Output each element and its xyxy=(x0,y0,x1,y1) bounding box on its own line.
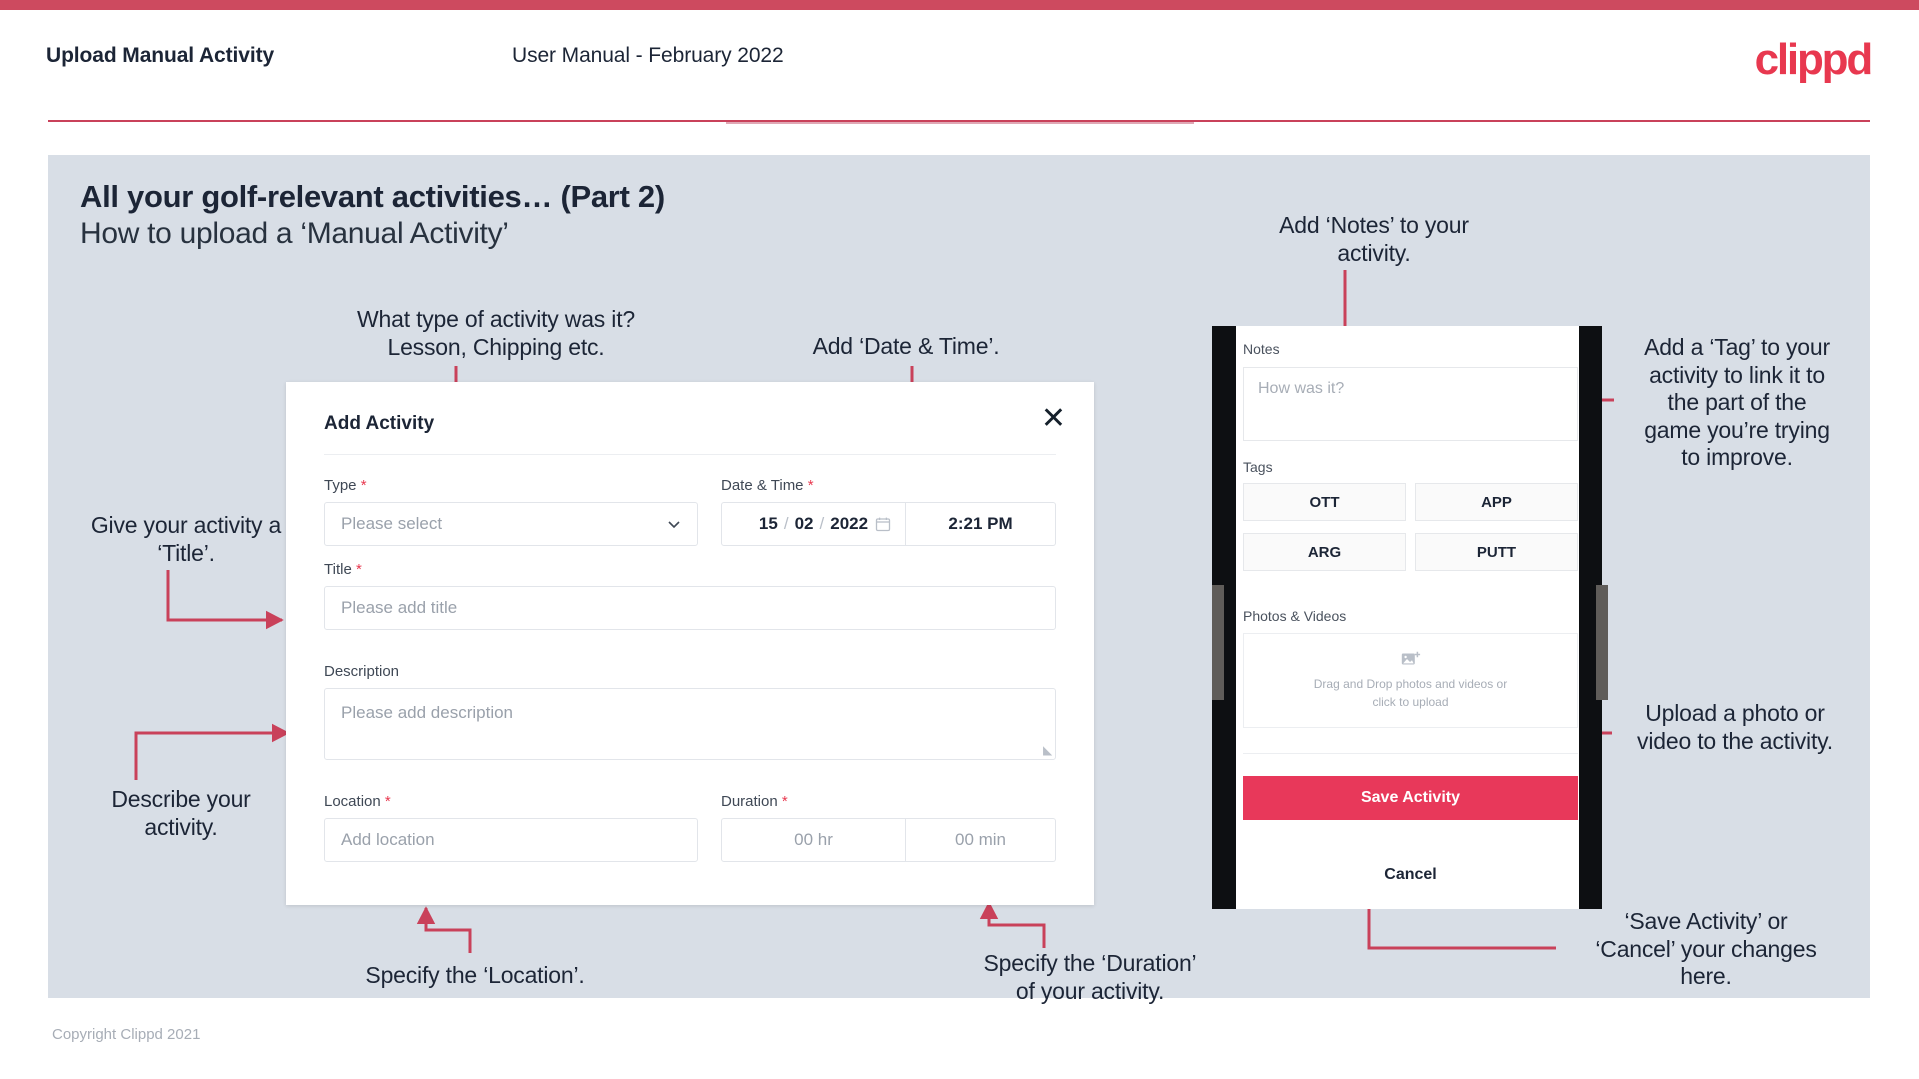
annotation-tag: Add a ‘Tag’ to your activity to link it … xyxy=(1644,334,1830,471)
duration-required-mark: * xyxy=(781,793,788,810)
title-input-placeholder: Please add title xyxy=(341,598,458,617)
date-time-label: Date & Time * xyxy=(721,477,814,494)
date-day: 15 xyxy=(758,514,778,533)
chevron-down-icon xyxy=(668,521,680,529)
description-label: Description xyxy=(324,663,399,680)
top-accent-bar xyxy=(0,0,1919,10)
annotation-date-time: Add ‘Date & Time’. xyxy=(812,333,1000,359)
description-textarea[interactable]: Please add description ◢ xyxy=(324,688,1056,760)
header-divider-highlight xyxy=(726,122,1194,124)
date-sep-2: / xyxy=(819,514,825,533)
date-input[interactable]: 15 / 02 / 2022 xyxy=(721,502,906,546)
phone-divider xyxy=(1243,753,1578,754)
add-activity-dialog: Add Activity ✕ Type * Please select Date… xyxy=(286,382,1094,905)
duration-hours-input[interactable]: 00 hr xyxy=(721,818,906,862)
time-input[interactable]: 2:21 PM xyxy=(906,502,1056,546)
phone-dropzone-line2: click to upload xyxy=(1372,694,1449,709)
phone-volume-button-left xyxy=(1212,585,1224,700)
tag-button-putt[interactable]: PUTT xyxy=(1415,533,1578,571)
resize-grip-icon[interactable]: ◢ xyxy=(1043,743,1052,757)
calendar-icon[interactable] xyxy=(875,516,891,532)
slide-heading: All your golf-relevant activities… (Part… xyxy=(80,179,665,214)
date-sep-1: / xyxy=(783,514,789,533)
slide-subheading: How to upload a ‘Manual Activity’ xyxy=(80,217,509,250)
date-time-label-text: Date & Time xyxy=(721,477,804,494)
annotation-describe: Describe your activity. xyxy=(111,786,251,840)
type-select-placeholder: Please select xyxy=(341,514,443,533)
title-label-text: Title xyxy=(324,561,352,578)
dialog-divider xyxy=(324,454,1056,455)
location-label: Location * xyxy=(324,793,391,810)
slide-page: Upload Manual Activity User Manual - Feb… xyxy=(0,0,1919,1079)
tag-button-ott[interactable]: OTT xyxy=(1243,483,1406,521)
annotation-title: Give your activity a ‘Title’. xyxy=(90,512,282,566)
annotation-save-cancel: ‘Save Activity’ or ‘Cancel’ your changes… xyxy=(1595,908,1817,990)
phone-notes-placeholder: How was it? xyxy=(1258,380,1345,397)
phone-dropzone-text: Drag and Drop photos and videos or click… xyxy=(1314,675,1507,711)
location-input-placeholder: Add location xyxy=(341,830,435,849)
tag-button-app[interactable]: APP xyxy=(1415,483,1578,521)
duration-label-text: Duration xyxy=(721,793,778,810)
type-label: Type * xyxy=(324,477,367,494)
location-required-mark: * xyxy=(384,793,391,810)
tag-button-arg[interactable]: ARG xyxy=(1243,533,1406,571)
location-input[interactable]: Add location xyxy=(324,818,698,862)
close-icon[interactable]: ✕ xyxy=(1041,404,1066,434)
title-required-mark: * xyxy=(355,561,362,578)
annotation-type: What type of activity was it? Lesson, Ch… xyxy=(357,306,635,360)
duration-hours-placeholder: 00 hr xyxy=(794,830,833,849)
cancel-button[interactable]: Cancel xyxy=(1243,862,1578,888)
phone-upload-dropzone[interactable]: Drag and Drop photos and videos or click… xyxy=(1243,633,1578,728)
duration-label: Duration * xyxy=(721,793,788,810)
description-label-text: Description xyxy=(324,663,400,680)
phone-volume-button-right xyxy=(1596,585,1608,700)
description-placeholder: Please add description xyxy=(341,703,514,722)
title-input[interactable]: Please add title xyxy=(324,586,1056,630)
date-month: 02 xyxy=(794,514,814,533)
phone-photos-label: Photos & Videos xyxy=(1243,608,1347,624)
save-activity-button[interactable]: Save Activity xyxy=(1243,776,1578,820)
date-time-required-mark: * xyxy=(807,477,814,494)
annotation-location: Specify the ‘Location’. xyxy=(365,962,585,988)
annotation-duration: Specify the ‘Duration’ of your activity. xyxy=(983,950,1197,1004)
duration-minutes-input[interactable]: 00 min xyxy=(906,818,1056,862)
annotation-notes: Add ‘Notes’ to your activity. xyxy=(1279,212,1469,266)
phone-tags-label: Tags xyxy=(1243,459,1273,475)
add-image-icon xyxy=(1401,651,1420,664)
clippd-logo: clippd xyxy=(1754,35,1874,84)
copyright-footer: Copyright Clippd 2021 xyxy=(52,1026,201,1043)
title-label: Title * xyxy=(324,561,362,578)
type-select[interactable]: Please select xyxy=(324,502,698,546)
annotation-upload: Upload a photo or video to the activity. xyxy=(1637,700,1833,754)
phone-notes-input[interactable]: How was it? xyxy=(1243,367,1578,441)
page-title: Upload Manual Activity xyxy=(46,44,275,67)
page-subtitle: User Manual - February 2022 xyxy=(512,44,784,67)
date-year: 2022 xyxy=(830,514,869,533)
dialog-title: Add Activity xyxy=(324,413,435,434)
duration-minutes-placeholder: 00 min xyxy=(954,830,1007,849)
type-required-mark: * xyxy=(360,477,367,494)
type-label-text: Type xyxy=(324,477,357,494)
location-label-text: Location xyxy=(324,793,381,810)
time-value: 2:21 PM xyxy=(948,514,1013,533)
phone-notes-label: Notes xyxy=(1243,341,1280,357)
phone-dropzone-line1: Drag and Drop photos and videos or xyxy=(1313,676,1508,691)
